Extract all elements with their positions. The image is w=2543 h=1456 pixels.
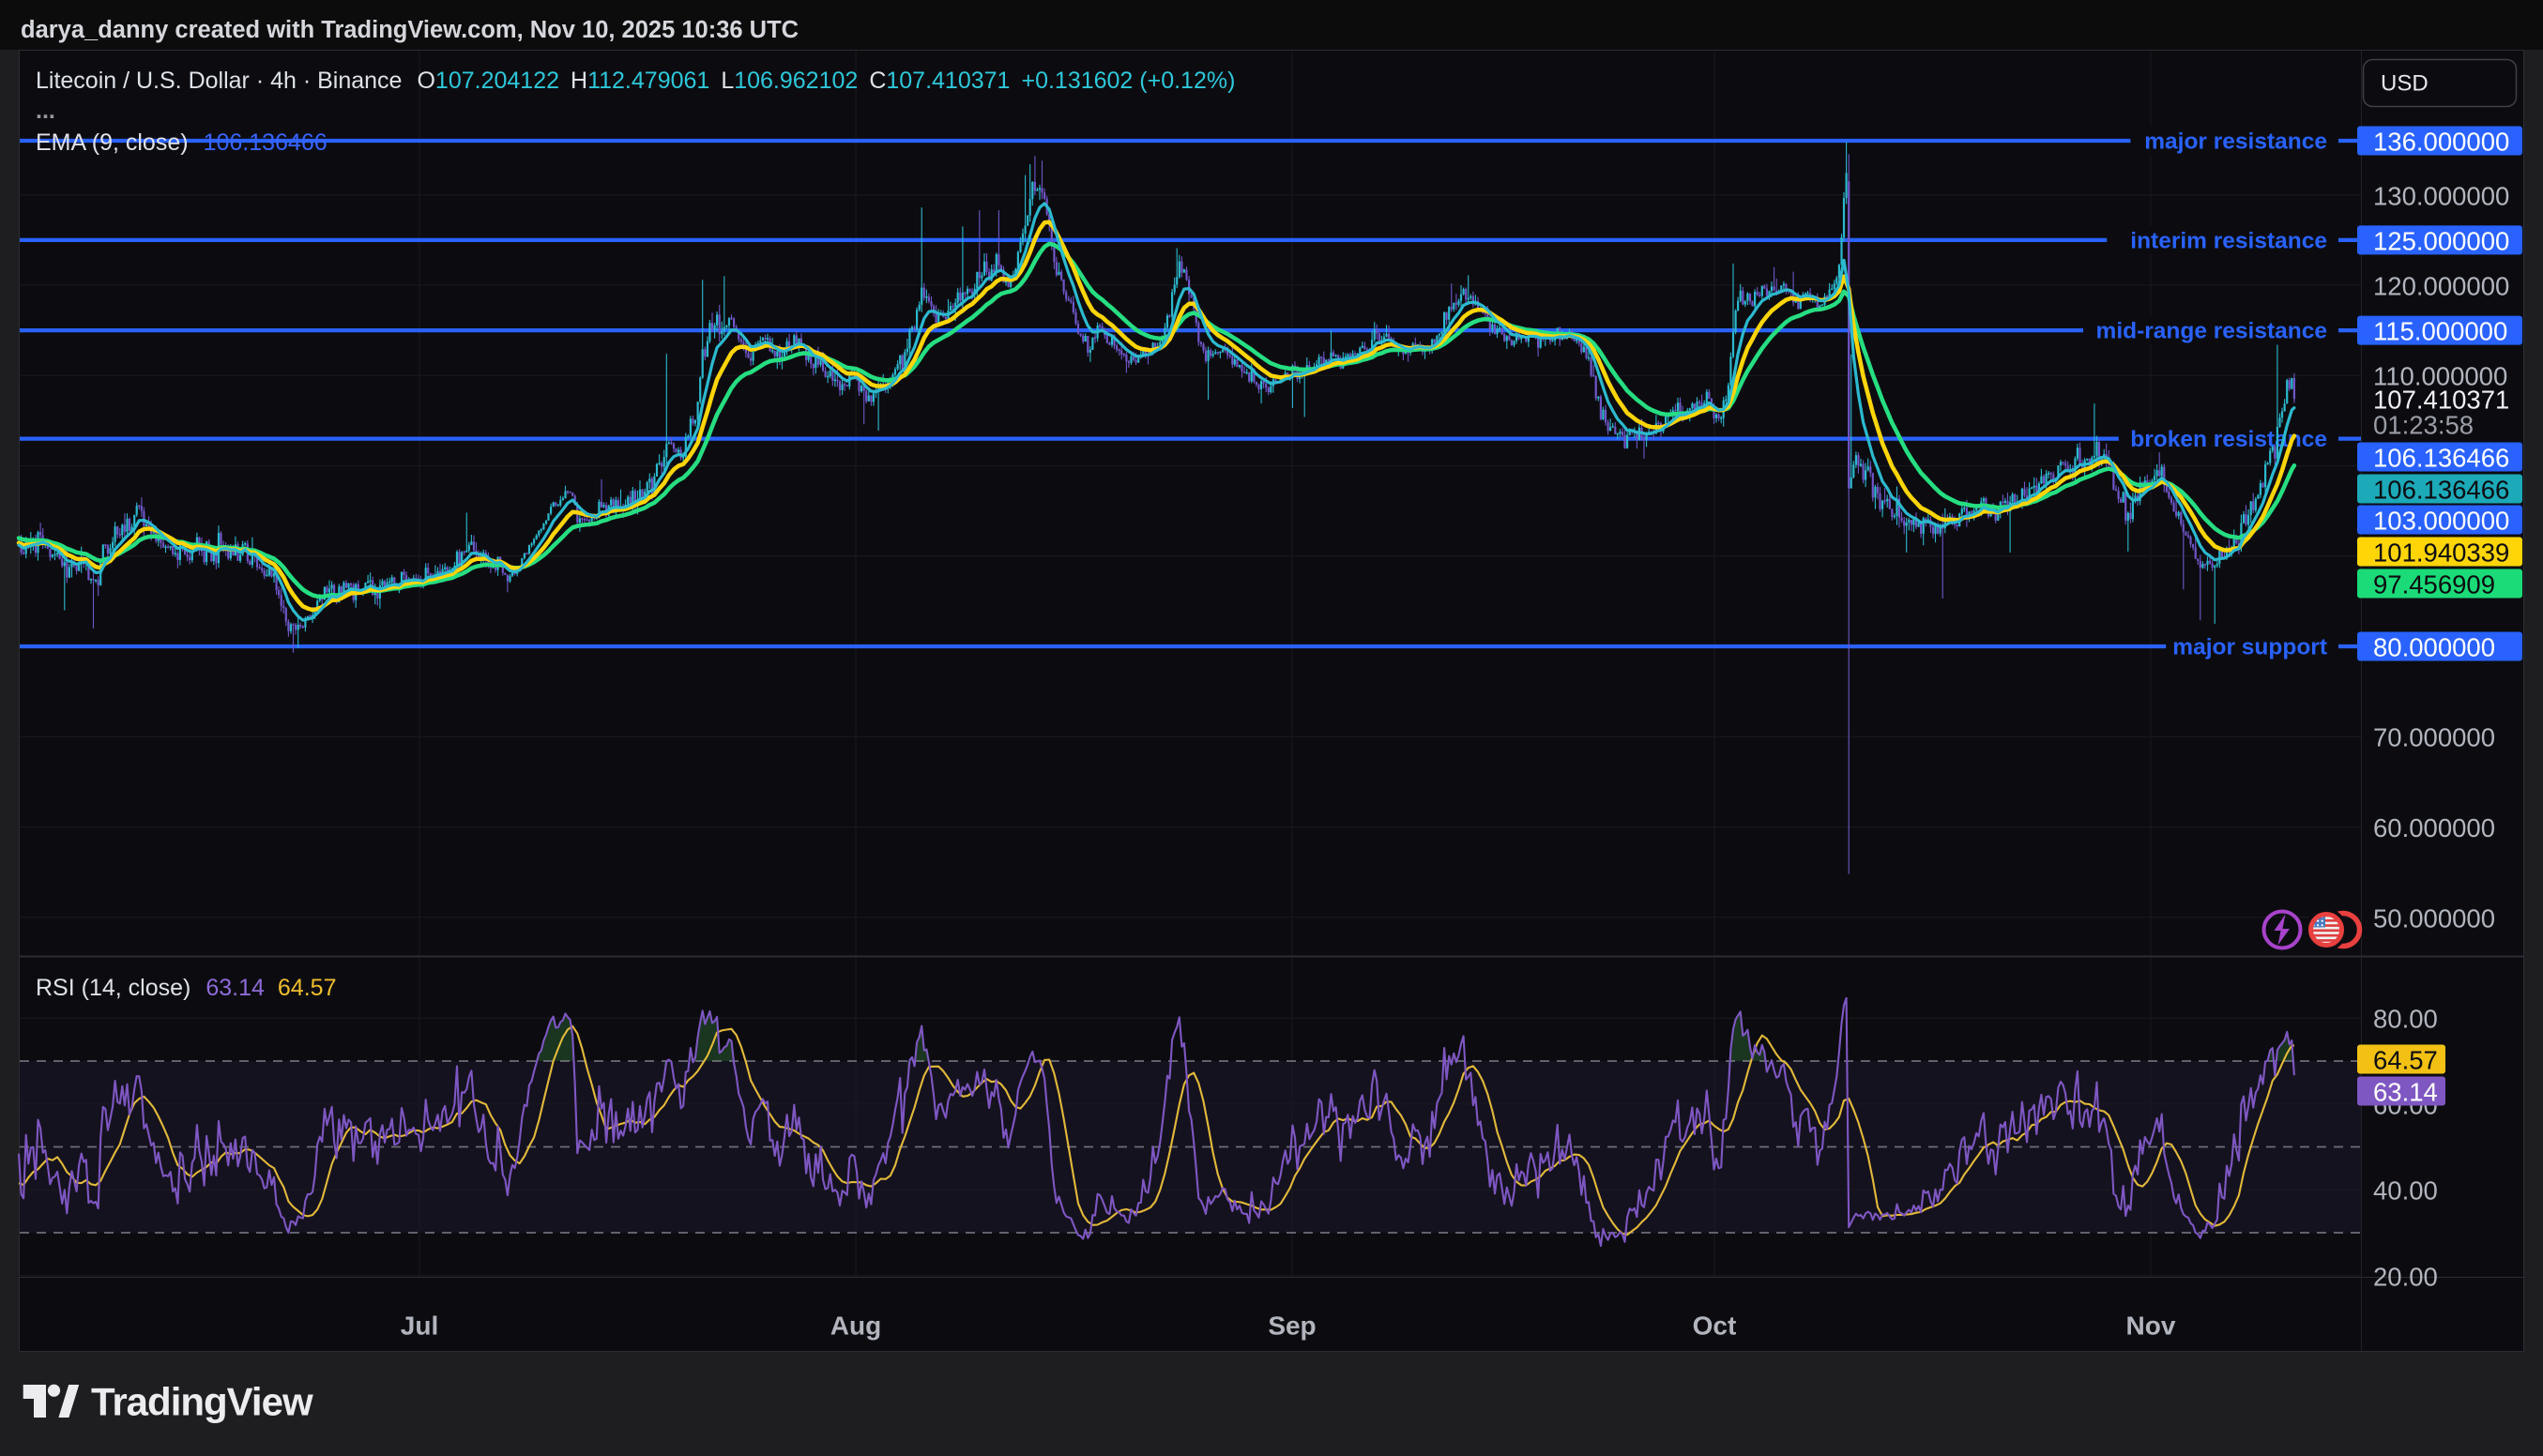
svg-text:major resistance: major resistance [2144, 129, 2327, 155]
svg-text:USD: USD [2381, 71, 2429, 97]
svg-text:01:23:58: 01:23:58 [2373, 411, 2474, 440]
svg-text:60.000000: 60.000000 [2373, 813, 2495, 842]
svg-text:106.136466: 106.136466 [2373, 444, 2509, 473]
svg-text:50.000000: 50.000000 [2373, 903, 2495, 933]
svg-text:broken resistance: broken resistance [2130, 427, 2327, 452]
svg-text:mid-range resistance: mid-range resistance [2096, 319, 2327, 344]
svg-text:136.000000: 136.000000 [2373, 128, 2509, 157]
svg-text:101.940339: 101.940339 [2373, 538, 2509, 568]
svg-text:80.00: 80.00 [2373, 1005, 2438, 1034]
svg-text:120.000000: 120.000000 [2373, 272, 2509, 301]
svg-text:103.000000: 103.000000 [2373, 507, 2509, 536]
svg-text:major support: major support [2172, 635, 2327, 660]
svg-text:Aug: Aug [830, 1312, 881, 1341]
svg-text:Litecoin / U.S. Dollar · 4h ·: Litecoin / U.S. Dollar · 4h · BinanceO10… [36, 68, 1235, 94]
svg-text:63.14: 63.14 [2373, 1078, 2438, 1107]
svg-text:EMA (9, close)106.136466: EMA (9, close)106.136466 [36, 129, 327, 156]
svg-text:Nov: Nov [2126, 1312, 2176, 1341]
svg-text:RSI (14, close)63.1464.57: RSI (14, close)63.1464.57 [36, 975, 336, 1001]
svg-text:70.000000: 70.000000 [2373, 723, 2495, 752]
svg-text:Sep: Sep [1268, 1312, 1316, 1341]
svg-text:Jul: Jul [401, 1312, 438, 1341]
svg-text:80.000000: 80.000000 [2373, 633, 2495, 662]
svg-text:interim resistance: interim resistance [2130, 228, 2327, 253]
svg-text:darya_danny created with Tradi: darya_danny created with TradingView.com… [21, 17, 799, 43]
svg-text:97.456909: 97.456909 [2373, 570, 2495, 599]
svg-text:Oct: Oct [1693, 1312, 1737, 1341]
svg-text:40.00: 40.00 [2373, 1176, 2438, 1206]
svg-text:64.57: 64.57 [2373, 1046, 2438, 1075]
svg-text:125.000000: 125.000000 [2373, 226, 2509, 255]
svg-text:...: ... [36, 98, 55, 124]
svg-text:20.00: 20.00 [2373, 1262, 2438, 1291]
svg-text:106.136466: 106.136466 [2373, 476, 2509, 505]
svg-text:130.000000: 130.000000 [2373, 181, 2509, 210]
svg-text:115.000000: 115.000000 [2373, 317, 2507, 346]
svg-text:TradingView: TradingView [91, 1380, 313, 1424]
